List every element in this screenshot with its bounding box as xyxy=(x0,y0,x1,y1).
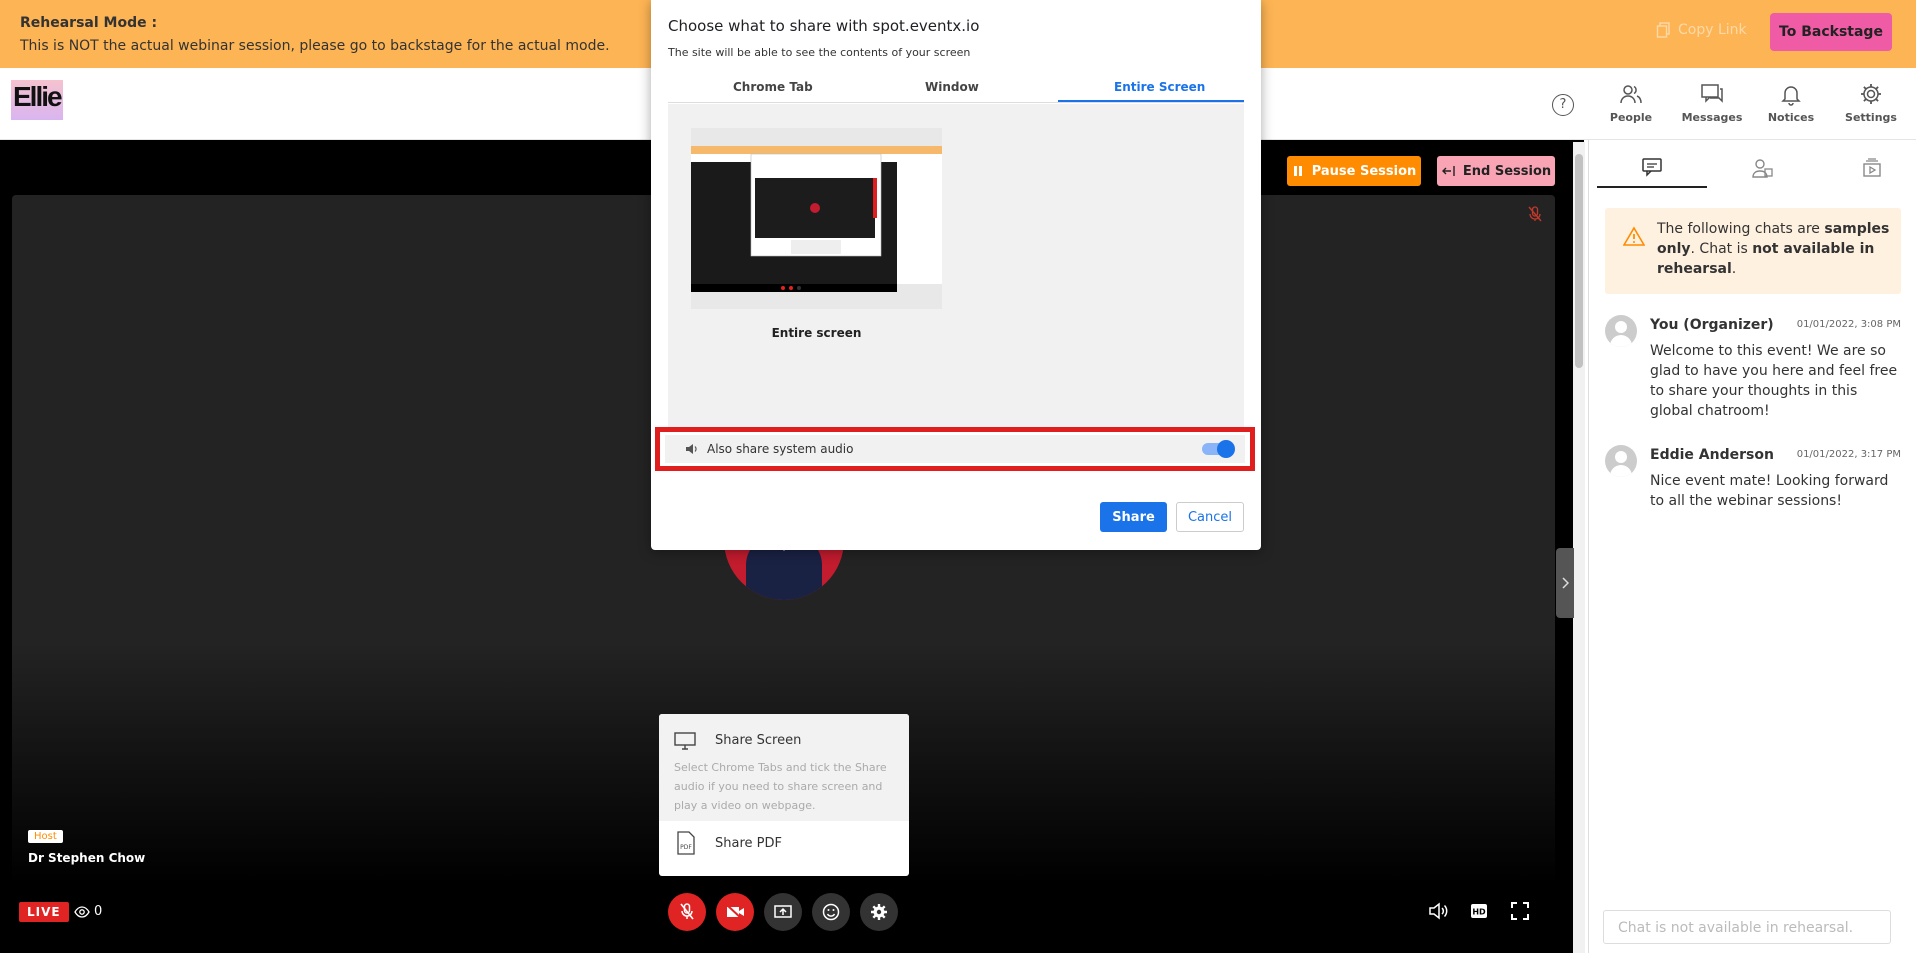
fullscreen-icon[interactable] xyxy=(1511,902,1529,920)
active-tab-indicator xyxy=(1058,100,1244,102)
system-audio-highlight: Also share system audio xyxy=(655,427,1255,471)
share-screen-title: Share Screen xyxy=(715,733,802,748)
mic-toggle-button[interactable] xyxy=(668,893,706,931)
nav-notices-label: Notices xyxy=(1767,111,1815,124)
share-screen-icon xyxy=(774,905,792,918)
nav-people-label: People xyxy=(1609,111,1653,124)
host-badge: Host xyxy=(28,830,63,843)
scrollbar-thumb[interactable] xyxy=(1575,154,1583,368)
system-audio-row[interactable]: Also share system audio xyxy=(665,435,1245,463)
exit-icon xyxy=(1441,166,1455,176)
cancel-button[interactable]: Cancel xyxy=(1176,502,1244,532)
tab-attendees[interactable] xyxy=(1707,148,1817,188)
thumbnail-label: Entire screen xyxy=(771,326,862,340)
pause-session-button[interactable]: Pause Session xyxy=(1287,156,1421,186)
copy-link-label: Copy Link xyxy=(1678,22,1747,38)
pause-icon xyxy=(1293,166,1302,176)
nav-messages[interactable]: Messages xyxy=(1677,82,1747,124)
gear-icon xyxy=(871,904,887,920)
pause-session-label: Pause Session xyxy=(1311,163,1417,179)
mic-off-icon xyxy=(1528,206,1542,222)
monitor-icon xyxy=(674,732,696,750)
media-icon xyxy=(1863,158,1881,177)
settings-button[interactable] xyxy=(860,893,898,931)
logo-text: Ellie xyxy=(13,81,63,112)
emoji-icon xyxy=(822,903,840,921)
banner-title: Rehearsal Mode : xyxy=(20,15,158,31)
viewer-count-value: 0 xyxy=(94,904,103,919)
chat-sender: Eddie Anderson xyxy=(1650,447,1774,463)
chat-icon xyxy=(1642,158,1662,177)
share-pdf-title: Share PDF xyxy=(715,836,782,851)
event-logo: Ellie xyxy=(11,80,63,120)
end-session-button[interactable]: End Session xyxy=(1437,156,1555,186)
share-button[interactable]: Share xyxy=(1100,502,1167,532)
to-backstage-button[interactable]: To Backstage xyxy=(1770,13,1892,51)
entire-screen-thumbnail[interactable] xyxy=(691,128,942,309)
system-audio-toggle[interactable] xyxy=(1202,440,1235,458)
avatar xyxy=(1605,315,1637,347)
chat-panel: The following chats are samples only. Ch… xyxy=(1588,140,1904,953)
warning-icon xyxy=(1623,226,1645,246)
chat-sender: You (Organizer) xyxy=(1650,317,1774,333)
dialog-title: Choose what to share with spot.eventx.io xyxy=(668,17,980,35)
chat-input[interactable]: Chat is not available in rehearsal. xyxy=(1603,910,1891,944)
banner-message: This is NOT the actual webinar session, … xyxy=(20,38,610,54)
gear-icon xyxy=(1861,84,1881,104)
live-badge: LIVE xyxy=(19,902,69,922)
copy-link-button[interactable]: Copy Link xyxy=(1656,22,1747,38)
rehearsal-chat-notice: The following chats are samples only. Ch… xyxy=(1605,208,1901,294)
share-menu: Share Screen Select Chrome Tabs and tick… xyxy=(659,714,909,876)
svg-text:PDF: PDF xyxy=(680,844,692,851)
dialog-subtitle: The site will be able to see the content… xyxy=(668,46,971,59)
mic-off-icon xyxy=(680,903,694,920)
speaker-icon xyxy=(686,444,697,454)
nav-messages-label: Messages xyxy=(1681,111,1743,124)
nav-settings[interactable]: Settings xyxy=(1836,82,1906,124)
reactions-button[interactable] xyxy=(812,893,850,931)
chat-text: Nice event mate! Looking forward to all … xyxy=(1650,473,1889,509)
tab-entire-screen[interactable]: Entire Screen xyxy=(1114,80,1205,94)
hd-quality-icon[interactable]: HD xyxy=(1470,902,1488,920)
volume-icon[interactable] xyxy=(1428,902,1448,920)
chat-timestamp: 01/01/2022, 3:08 PM xyxy=(1796,319,1901,330)
end-session-label: End Session xyxy=(1462,163,1552,179)
chat-text: Welcome to this event! We are so glad to… xyxy=(1650,343,1898,419)
bell-icon xyxy=(1781,86,1801,106)
help-icon[interactable]: ? xyxy=(1552,94,1574,116)
nav-notices[interactable]: Notices xyxy=(1756,82,1826,124)
share-screen-button[interactable] xyxy=(764,893,802,931)
tab-chat[interactable] xyxy=(1597,148,1707,188)
system-audio-label: Also share system audio xyxy=(707,442,854,456)
share-screen-option[interactable]: Share Screen Select Chrome Tabs and tick… xyxy=(659,714,909,821)
camera-toggle-button[interactable] xyxy=(716,893,754,931)
tab-chrome-tab[interactable]: Chrome Tab xyxy=(733,80,813,94)
avatar xyxy=(1605,445,1637,477)
stage-scrollbar[interactable] xyxy=(1573,142,1585,953)
viewer-count: 0 xyxy=(74,904,102,919)
collapse-panel-handle[interactable] xyxy=(1556,548,1574,618)
nav-settings-label: Settings xyxy=(1845,111,1897,124)
svg-text:HD: HD xyxy=(1472,908,1486,917)
screen-preview-icon xyxy=(691,146,942,292)
chevron-right-icon xyxy=(1562,577,1569,589)
tab-media[interactable] xyxy=(1817,148,1916,188)
messages-icon xyxy=(1701,84,1723,103)
chat-timestamp: 01/01/2022, 3:17 PM xyxy=(1796,449,1901,460)
attendees-icon xyxy=(1752,159,1773,178)
people-icon xyxy=(1620,85,1642,104)
share-screen-description: Select Chrome Tabs and tick the Share au… xyxy=(674,761,887,812)
dialog-content: Entire screen xyxy=(668,104,1244,430)
eye-icon xyxy=(74,905,90,918)
share-pdf-option[interactable]: PDF Share PDF xyxy=(659,821,909,876)
copy-icon xyxy=(1656,22,1670,38)
nav-people[interactable]: People xyxy=(1596,82,1666,124)
tab-window[interactable]: Window xyxy=(925,80,979,94)
pdf-icon: PDF xyxy=(677,831,695,855)
host-name: Dr Stephen Chow xyxy=(28,851,146,865)
toggle-knob xyxy=(1217,440,1235,458)
notice-text: The following chats are samples only. Ch… xyxy=(1657,221,1890,277)
camera-off-icon xyxy=(726,904,744,920)
dialog-tabs: Chrome Tab Window Entire Screen xyxy=(668,76,1244,103)
